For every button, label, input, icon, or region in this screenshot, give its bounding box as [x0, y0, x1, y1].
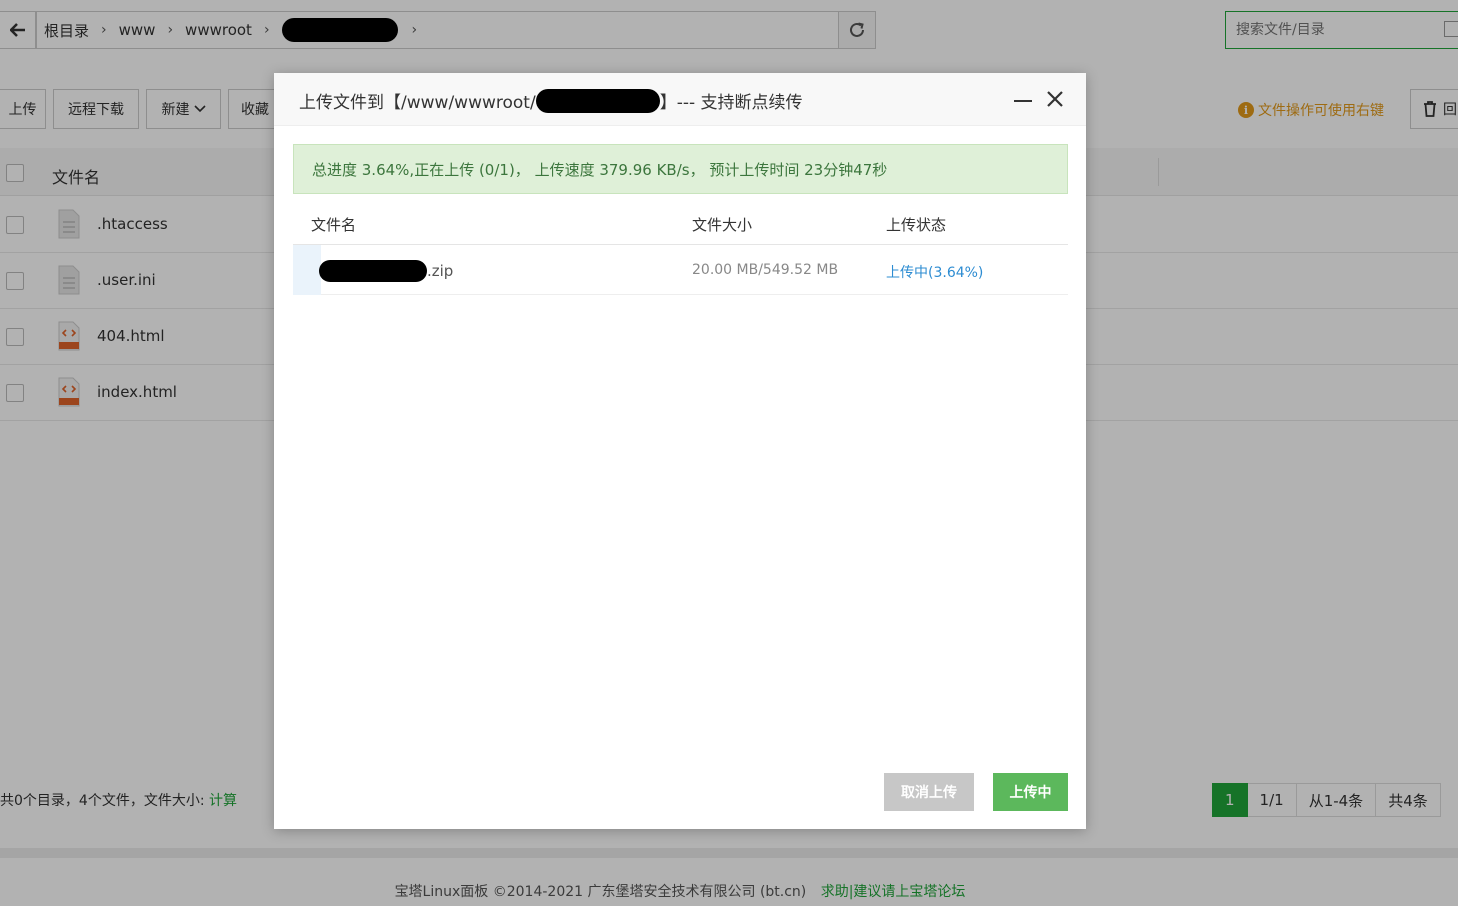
upload-dialog: 上传文件到【/www/wwwroot/ 】--- 支持断点续传 总进度 3.64…: [274, 73, 1086, 829]
file-extension: .zip: [427, 262, 454, 280]
column-status: 上传状态: [886, 216, 947, 234]
close-icon[interactable]: [1045, 89, 1065, 109]
column-filesize: 文件大小: [692, 216, 753, 234]
upload-file-name: .zip: [319, 260, 453, 282]
dialog-title-suffix: 】--- 支持断点续传: [659, 93, 803, 113]
dialog-header: 上传文件到【/www/wwwroot/ 】--- 支持断点续传: [274, 73, 1086, 126]
redacted-file-name: [319, 260, 427, 282]
total-progress-banner: 总进度 3.64%,正在上传 (0/1)， 上传速度 379.96 KB/s， …: [293, 144, 1068, 194]
uploading-button[interactable]: 上传中: [993, 773, 1068, 811]
upload-file-size: 20.00 MB/549.52 MB: [692, 262, 839, 278]
total-progress-text: 总进度 3.64%,正在上传 (0/1)， 上传速度 379.96 KB/s， …: [312, 160, 888, 179]
upload-list-header: 文件名 文件大小 上传状态: [293, 201, 1068, 245]
upload-status: 上传中(3.64%): [886, 265, 984, 281]
redacted-folder-name: [535, 88, 660, 113]
list-item: .zip 20.00 MB/549.52 MB 上传中(3.64%): [293, 245, 1068, 295]
dialog-title-prefix: 上传文件到【/www/wwwroot/: [299, 93, 536, 113]
dialog-title: 上传文件到【/www/wwwroot/ 】--- 支持断点续传: [299, 88, 803, 113]
row-progress-bar: [293, 245, 321, 295]
minimize-icon[interactable]: [1014, 100, 1032, 102]
cancel-upload-button[interactable]: 取消上传: [884, 773, 974, 811]
column-filename: 文件名: [311, 216, 357, 234]
